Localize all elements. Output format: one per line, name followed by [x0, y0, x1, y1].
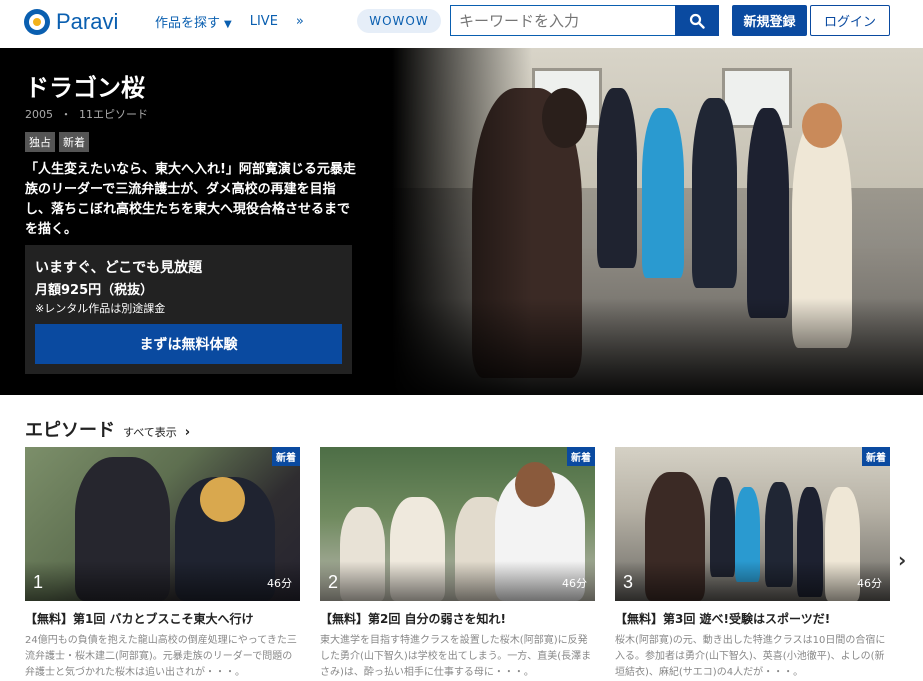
figure-head — [542, 88, 587, 148]
episode-description: 東大進学を目指す特進クラスを設置した桜木(阿部寛)に反発した勇介(山下智久)は学… — [320, 635, 592, 678]
title-description: 「人生変えたいなら、東大へ入れ!」阿部寛演じる元暴走族のリーダーで三流弁護士が、… — [25, 162, 356, 237]
nav-browse[interactable]: 作品を探す ▼ — [155, 12, 232, 31]
signup-button[interactable]: 新規登録 — [732, 5, 807, 36]
episode-duration: 46分 — [857, 577, 882, 590]
caret-down-icon: ▼ — [224, 19, 232, 30]
login-button[interactable]: ログイン — [810, 5, 890, 36]
episode-thumbnail[interactable]: 新着 3 46分 — [615, 447, 890, 601]
episode-duration: 46分 — [562, 577, 587, 590]
badge-exclusive: 独占 — [25, 132, 55, 152]
new-badge: 新着 — [862, 447, 890, 466]
logo-text: Paravi — [56, 9, 119, 34]
nav-live[interactable]: LIVE — [250, 14, 278, 29]
figure-student — [747, 108, 789, 318]
main-nav: 作品を探す ▼ LIVE » — [155, 12, 304, 31]
episode-description: 24億円もの負債を抱えた龍山高校の倒産処理にやってきた三流弁護士・桜木建二(阿部… — [25, 635, 297, 678]
search-input[interactable] — [450, 5, 675, 36]
thumbnail-shade — [320, 561, 595, 601]
episode-title[interactable]: 【無料】第3回 遊べ!受験はスポーツだ! — [615, 610, 890, 627]
episode-number: 1 — [33, 572, 44, 592]
title-meta: 2005 ・ 11エピソード — [25, 106, 148, 122]
hero-banner: ドラゴン桜 2005 ・ 11エピソード 独占 新着 「人生変えたいなら、東大へ… — [0, 48, 923, 395]
hero-gradient-bottom — [392, 298, 923, 395]
episode-description: 桜木(阿部寛)の元、動き出した特進クラスは10日間の合宿に入る。参加者は勇介(山… — [615, 635, 886, 678]
new-badge: 新着 — [272, 447, 300, 466]
release-year: 2005 — [25, 108, 53, 121]
episodes-heading: エピソード すべて表示 › — [25, 416, 190, 442]
episode-duration: 46分 — [267, 577, 292, 590]
plan-box: いますぐ、どこでも見放題 月額925円（税抜） ※レンタル作品は別途課金 まずは… — [25, 245, 352, 374]
episode-thumbnail[interactable]: 新着 2 46分 — [320, 447, 595, 601]
wowow-link[interactable]: WOWOW — [357, 9, 441, 33]
episode-title[interactable]: 【無料】第2回 自分の弱さを知れ! — [320, 610, 595, 627]
thumbnail-shade — [25, 561, 300, 601]
view-all-link[interactable]: すべて表示 — [123, 424, 177, 440]
figure-student — [597, 88, 637, 268]
episode-title[interactable]: 【無料】第1回 バカとブスこそ東大へ行け — [25, 610, 300, 627]
episode-card[interactable]: 新着 1 46分 【無料】第1回 バカとブスこそ東大へ行け 24億円もの負債を抱… — [25, 447, 300, 681]
new-badge: 新着 — [567, 447, 595, 466]
badge-list: 独占 新着 — [25, 132, 89, 152]
episode-number: 2 — [328, 572, 339, 592]
episode-number: 3 — [623, 572, 634, 592]
badge-new: 新着 — [59, 132, 89, 152]
thumbnail-shade — [615, 561, 890, 601]
nav-more-icon[interactable]: » — [296, 14, 304, 29]
episode-count: 11エピソード — [79, 108, 148, 121]
plan-price: 月額925円（税抜） — [35, 283, 154, 298]
search-icon — [689, 13, 705, 29]
figure-student — [642, 108, 684, 278]
episode-thumbnail[interactable]: 新着 1 46分 — [25, 447, 300, 601]
episode-card[interactable]: 新着 2 46分 【無料】第2回 自分の弱さを知れ! 東大進学を目指す特進クラス… — [320, 447, 595, 681]
nav-browse-label: 作品を探す — [155, 16, 221, 31]
figure-head — [200, 477, 245, 522]
section-title: エピソード — [25, 420, 115, 441]
chevron-right-icon[interactable]: › — [185, 425, 190, 440]
paravi-logo[interactable]: Paravi — [24, 8, 118, 36]
search-button[interactable] — [675, 5, 719, 36]
figure-student — [692, 98, 737, 288]
title-heading: ドラゴン桜 — [25, 74, 145, 102]
episode-card[interactable]: 新着 3 46分 【無料】第3回 遊べ!受験はスポーツだ! 桜木(阿部寛)の元、… — [615, 447, 890, 681]
site-header: Paravi 作品を探す▼ LIVE » WOWOW 新規登録 ログイン — [0, 0, 923, 48]
plan-title: いますぐ、どこでも見放題 — [35, 260, 203, 276]
meta-separator: ・ — [60, 108, 72, 121]
free-trial-button[interactable]: まずは無料体験 — [35, 324, 342, 364]
carousel-next-icon[interactable]: › — [898, 548, 906, 572]
figure-head — [515, 462, 555, 507]
plan-note: ※レンタル作品は別途課金 — [35, 302, 166, 315]
figure-head — [802, 103, 842, 148]
logo-mark-icon — [24, 9, 50, 35]
